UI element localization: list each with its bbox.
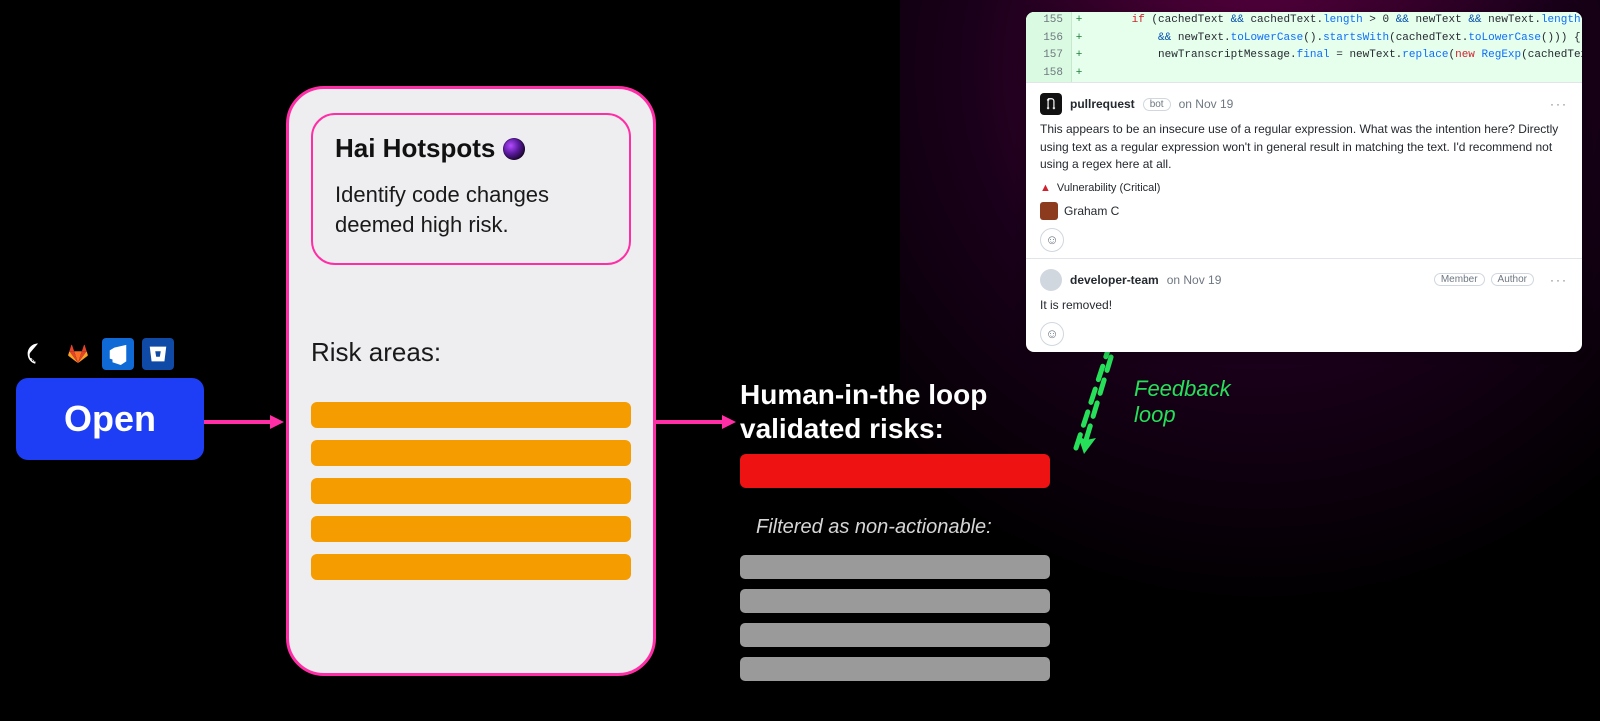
hitl-line2: validated risks: — [740, 412, 987, 446]
arrow-open-to-card — [204, 412, 284, 432]
hotspots-inner-card: Hai Hotspots Identify code changes deeme… — [311, 113, 631, 265]
validated-risk-bar — [740, 454, 1050, 488]
diff-code: newTranscriptMessage.final = newText.rep… — [1086, 47, 1582, 65]
comment-body: This appears to be an insecure use of a … — [1040, 121, 1568, 173]
diff-plus-icon: + — [1072, 47, 1086, 65]
gitlab-icon — [62, 338, 94, 370]
risk-bar — [311, 478, 631, 504]
risk-areas-label: Risk areas: — [311, 337, 631, 368]
azure-devops-icon — [102, 338, 134, 370]
line-number: 155 — [1026, 12, 1072, 30]
add-reaction-button[interactable]: ☺ — [1040, 322, 1064, 346]
hotspots-desc: Identify code changes deemed high risk. — [335, 180, 607, 239]
vulnerability-label: Vulnerability (Critical) — [1057, 182, 1161, 194]
line-number: 157 — [1026, 47, 1072, 65]
github-icon — [22, 338, 54, 370]
vulnerability-tag: ▲ Vulnerability (Critical) — [1040, 182, 1568, 194]
comment-header: developer-team on Nov 19 Member Author ·… — [1040, 269, 1568, 291]
diff-plus-icon: + — [1072, 65, 1086, 83]
line-number: 156 — [1026, 30, 1072, 48]
risk-bar — [311, 516, 631, 542]
comment-user: pullrequest — [1070, 97, 1135, 111]
hitl-heading: Human-in-the loop validated risks: — [740, 378, 987, 446]
reaction-row: ☺ — [1040, 228, 1568, 252]
filtered-bar — [740, 623, 1050, 647]
hotspots-title: Hai Hotspots — [335, 133, 495, 164]
bitbucket-icon — [142, 338, 174, 370]
diff-line: 155+ if (cachedText && cachedText.length… — [1026, 12, 1582, 30]
comment-date: on Nov 19 — [1167, 273, 1222, 287]
filtered-bars — [740, 555, 1050, 681]
pullrequest-avatar-icon — [1040, 93, 1062, 115]
risk-bar — [311, 554, 631, 580]
line-number: 158 — [1026, 65, 1072, 83]
diff-line: 156+ && newText.toLowerCase().startsWith… — [1026, 30, 1582, 48]
hotspots-title-row: Hai Hotspots — [335, 133, 607, 164]
reviewer-avatar-icon — [1040, 202, 1058, 220]
badge-group: Member Author — [1434, 273, 1534, 286]
diff-code — [1086, 65, 1582, 83]
diff-plus-icon: + — [1072, 30, 1086, 48]
risk-bar — [311, 402, 631, 428]
filtered-label: Filtered as non-actionable: — [756, 516, 992, 539]
diff-block: 155+ if (cachedText && cachedText.length… — [1026, 12, 1582, 82]
feedback-loop-line1: Feedback — [1134, 376, 1231, 402]
diff-line: 158+ — [1026, 65, 1582, 83]
bot-badge: bot — [1143, 98, 1171, 111]
developer-avatar-icon — [1040, 269, 1062, 291]
reviewer-name: Graham C — [1064, 204, 1119, 218]
hitl-line1: Human-in-the loop — [740, 378, 987, 412]
provider-icons — [22, 338, 174, 370]
code-review-panel: 155+ if (cachedText && cachedText.length… — [1026, 12, 1582, 352]
comment-header: pullrequest bot on Nov 19 ··· — [1040, 93, 1568, 115]
diff-code: && newText.toLowerCase().startsWith(cach… — [1086, 30, 1582, 48]
risk-bar — [311, 440, 631, 466]
risk-bars — [311, 402, 631, 580]
comment-pullrequest: pullrequest bot on Nov 19 ··· This appea… — [1026, 82, 1582, 257]
diff-line: 157+ newTranscriptMessage.final = newTex… — [1026, 47, 1582, 65]
comment-date: on Nov 19 — [1179, 97, 1234, 111]
comment-user: developer-team — [1070, 273, 1159, 287]
author-badge: Author — [1491, 273, 1534, 286]
orb-icon — [503, 138, 525, 160]
feedback-loop-line2: loop — [1134, 402, 1231, 428]
member-badge: Member — [1434, 273, 1485, 286]
comment-developer: developer-team on Nov 19 Member Author ·… — [1026, 258, 1582, 352]
diff-code: if (cachedText && cachedText.length > 0 … — [1086, 12, 1582, 30]
filtered-bar — [740, 589, 1050, 613]
diagram-stage: Open Hai Hotspots Identify code changes … — [0, 0, 1600, 721]
diff-plus-icon: + — [1072, 12, 1086, 30]
comment-body: It is removed! — [1040, 297, 1568, 314]
feedback-loop-label: Feedback loop — [1134, 376, 1231, 429]
comment-menu-icon[interactable]: ··· — [1550, 273, 1568, 287]
arrow-card-to-hitl — [656, 412, 736, 432]
reaction-row: ☺ — [1040, 322, 1568, 346]
add-reaction-button[interactable]: ☺ — [1040, 228, 1064, 252]
comment-menu-icon[interactable]: ··· — [1550, 97, 1568, 111]
filtered-bar — [740, 657, 1050, 681]
filtered-bar — [740, 555, 1050, 579]
reviewer-row: Graham C — [1040, 202, 1568, 220]
hotspots-card: Hai Hotspots Identify code changes deeme… — [286, 86, 656, 676]
open-button[interactable]: Open — [16, 378, 204, 460]
alert-icon: ▲ — [1040, 182, 1051, 194]
open-button-label: Open — [64, 398, 156, 440]
